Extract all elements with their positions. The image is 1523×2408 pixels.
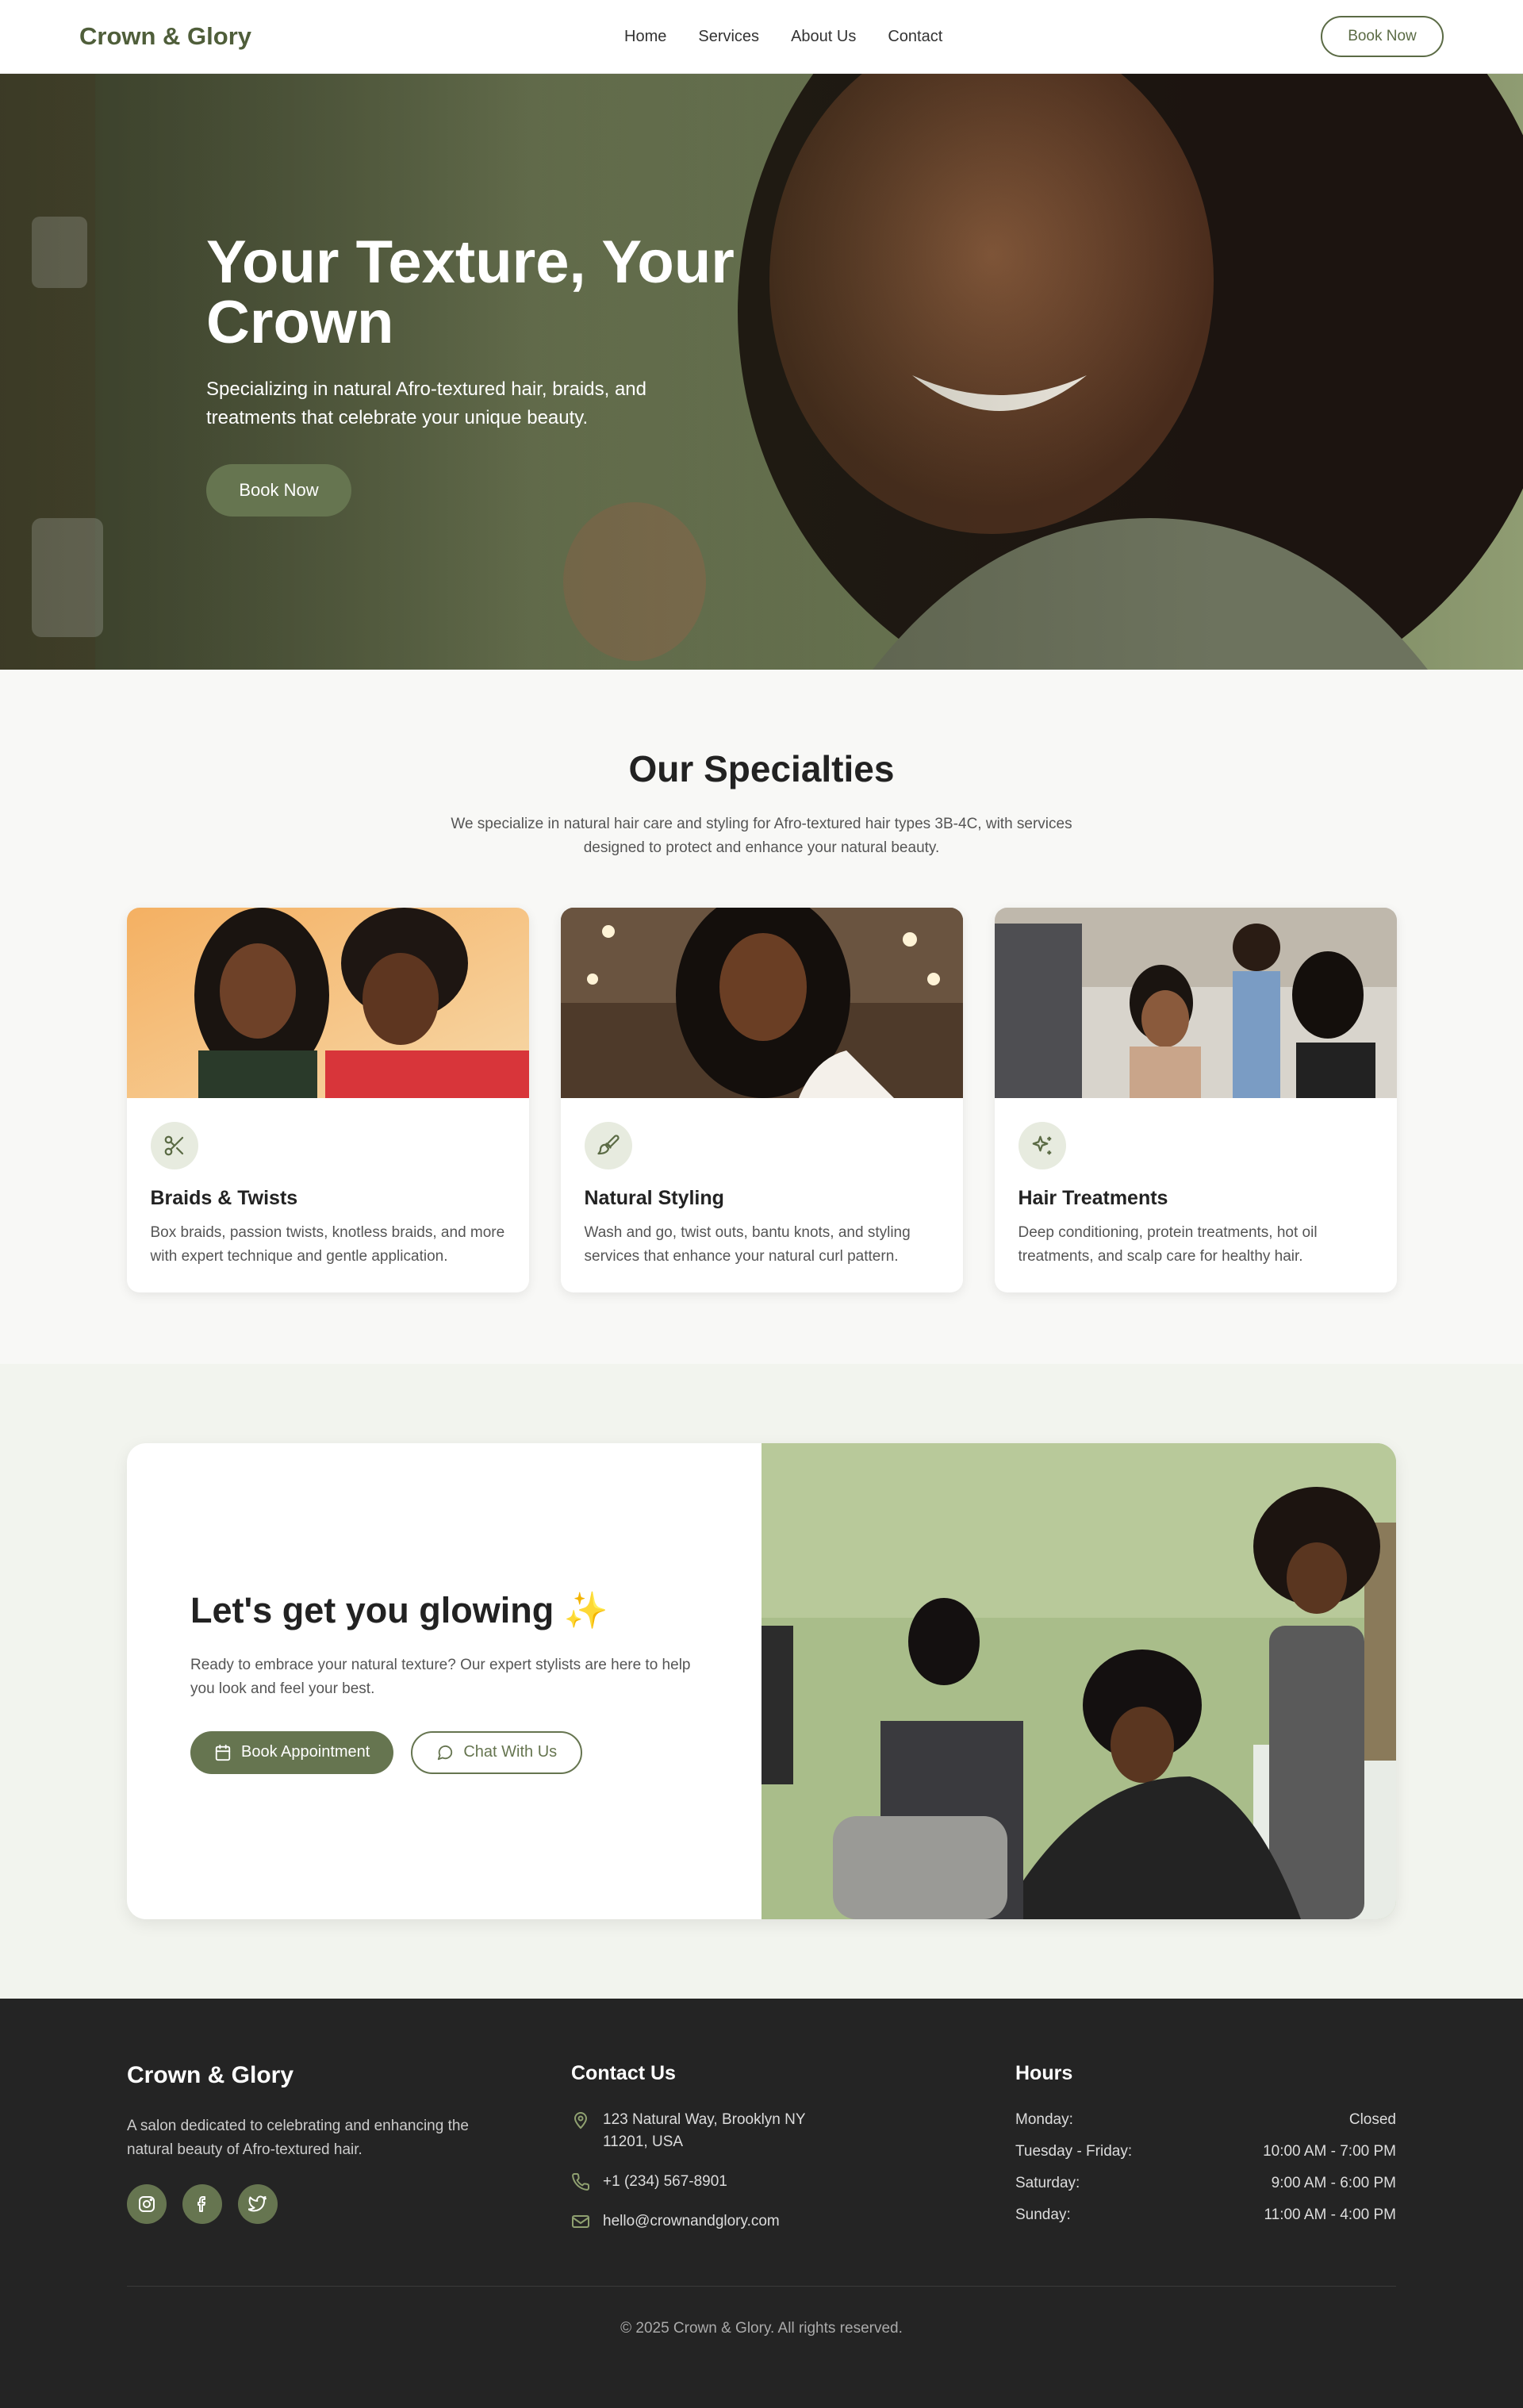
hours-day: Monday: [1015,2111,1073,2128]
hours-day: Saturday: [1015,2175,1080,2191]
footer-description: A salon dedicated to celebrating and enh… [127,2118,469,2158]
hours-row: Saturday: 9:00 AM - 6:00 PM [1015,2172,1396,2195]
card-text: Deep conditioning, protein treatments, h… [1018,1224,1318,1265]
email-text: hello@crownandglory.com [603,2213,780,2229]
chat-bubble-icon [438,1745,453,1760]
hero-section: Your Texture, Your Crown Specializing in… [0,74,1523,670]
calendar-icon [215,1744,231,1761]
facebook-icon[interactable] [182,2184,222,2224]
hours-time: 10:00 AM - 7:00 PM [1263,2143,1396,2160]
footer-contact: Contact Us 123 Natural Way, Brooklyn NY … [571,2062,952,2286]
chat-with-us-label: Chat With Us [463,1743,558,1761]
book-appointment-label: Book Appointment [241,1743,370,1761]
twitter-icon[interactable] [238,2184,278,2224]
specialty-card-hair-treatments[interactable]: Hair Treatments Deep conditioning, prote… [994,908,1397,1292]
hero-content: Your Texture, Your Crown Specializing in… [206,232,762,517]
map-pin-icon [574,2112,588,2130]
hours-time: 11:00 AM - 4:00 PM [1264,2206,1396,2223]
cta-box: Let's get you glowing ✨ Ready to embrace… [127,1443,1396,1919]
natural-styling-image [560,908,963,1098]
footer: Crown & Glory A salon dedicated to celeb… [0,1999,1523,2408]
nav-link-about[interactable]: About Us [791,28,856,46]
hours-time: 9:00 AM - 6:00 PM [1271,2175,1396,2191]
cta-text: Ready to embrace your natural texture? O… [190,1656,691,1697]
brand-logo[interactable]: Crown & Glory [79,22,251,51]
contact-address: 123 Natural Way, Brooklyn NY 11201, USA [571,2109,952,2153]
top-nav: Crown & Glory Home Services About Us Con… [0,0,1523,74]
hair-treatments-image [994,908,1397,1098]
cta-section: Let's get you glowing ✨ Ready to embrace… [0,1364,1523,1999]
nav-link-home[interactable]: Home [624,28,666,46]
address-text: 123 Natural Way, Brooklyn NY 11201, USA [603,2111,806,2150]
card-title: Hair Treatments [1018,1187,1168,1209]
card-title: Natural Styling [584,1187,724,1209]
footer-about: Crown & Glory A salon dedicated to celeb… [127,2062,508,2286]
specialties-title: Our Specialties [628,748,895,789]
footer-hours: Hours Monday: Closed Tuesday - Friday: 1… [1015,2062,1396,2286]
hours-row: Sunday: 11:00 AM - 4:00 PM [1015,2204,1396,2226]
book-appointment-button[interactable]: Book Appointment [190,1730,394,1774]
scissors-icon [150,1122,198,1169]
nav-book-now-button[interactable]: Book Now [1321,16,1444,57]
chat-with-us-button[interactable]: Chat With Us [411,1730,583,1774]
card-text: Wash and go, twist outs, bantu knots, an… [584,1224,911,1265]
nav-link-contact[interactable]: Contact [888,28,942,46]
mail-icon [572,2215,589,2228]
hours-day: Tuesday - Friday: [1015,2143,1133,2160]
hero-subtitle: Specializing in natural Afro-textured ha… [206,378,646,428]
contact-heading: Contact Us [571,2062,676,2084]
nav-links: Home Services About Us Contact [624,28,942,46]
hours-day: Sunday: [1015,2206,1071,2223]
card-title: Braids & Twists [150,1187,298,1209]
specialties-description: We specialize in natural hair care and s… [451,816,1072,856]
specialty-card-natural-styling[interactable]: Natural Styling Wash and go, twist outs,… [560,908,963,1292]
cta-title: Let's get you glowing ✨ [190,1589,608,1630]
braids-image [126,908,529,1098]
nav-link-services[interactable]: Services [698,28,759,46]
sparkles-icon [1018,1122,1066,1169]
social-links [127,2184,508,2224]
phone-icon [572,2172,590,2191]
contact-email[interactable]: hello@crownandglory.com [571,2210,952,2233]
hours-heading: Hours [1015,2062,1073,2084]
card-body: Braids & Twists Box braids, passion twis… [127,1098,529,1269]
specialties-section: Our Specialties We specialize in natural… [0,670,1523,1364]
salon-image [762,1443,1396,1919]
footer-columns: Crown & Glory A salon dedicated to celeb… [127,2062,1396,2287]
copyright: © 2025 Crown & Glory. All rights reserve… [620,2320,903,2337]
card-text: Box braids, passion twists, knotless bra… [150,1224,505,1265]
instagram-icon[interactable] [127,2184,167,2224]
contact-phone[interactable]: +1 (234) 567-8901 [571,2171,952,2193]
cta-buttons: Book Appointment Chat With Us [190,1730,698,1774]
phone-text: +1 (234) 567-8901 [603,2173,727,2190]
hero-book-now-button[interactable]: Book Now [206,464,351,517]
brush-icon [584,1122,632,1169]
hours-time: Closed [1348,2111,1396,2128]
hours-row: Tuesday - Friday: 10:00 AM - 7:00 PM [1015,2141,1396,2163]
card-body: Natural Styling Wash and go, twist outs,… [561,1098,963,1269]
specialty-cards: Braids & Twists Box braids, passion twis… [0,908,1523,1292]
cta-content: Let's get you glowing ✨ Ready to embrace… [127,1443,762,1919]
card-body: Hair Treatments Deep conditioning, prote… [995,1098,1397,1269]
specialty-card-braids[interactable]: Braids & Twists Box braids, passion twis… [126,908,529,1292]
footer-brand: Crown & Glory [127,2062,294,2088]
hours-row: Monday: Closed [1015,2109,1396,2131]
hero-title: Your Texture, Your Crown [206,229,735,356]
